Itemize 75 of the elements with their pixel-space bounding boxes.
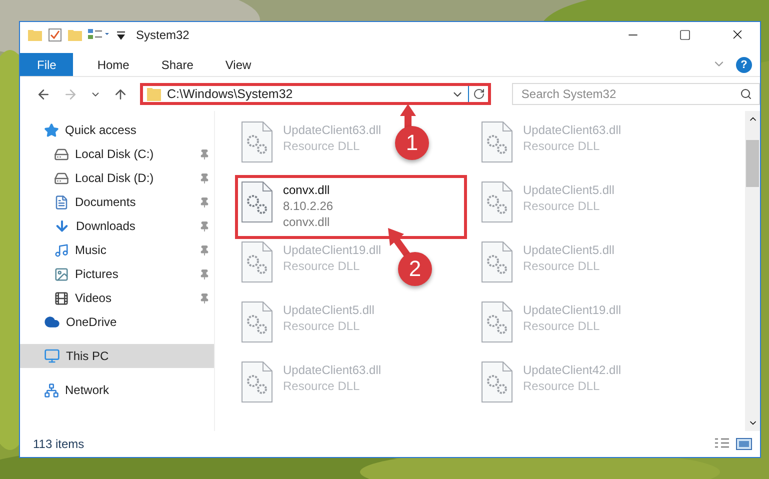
customize-caret-icon[interactable] [116, 30, 126, 40]
nav-item[interactable]: Downloads [20, 214, 214, 238]
dll-file-icon [241, 181, 273, 223]
nav-item[interactable]: Videos [20, 286, 214, 310]
file-detail: convx.dll [283, 215, 331, 229]
address-bar[interactable]: C:\Windows\System32 [140, 83, 492, 105]
dll-file-icon [241, 301, 273, 343]
large-icons-view-icon[interactable] [736, 438, 752, 450]
file-name: UpdateClient19.dll [283, 243, 382, 257]
checklist-icon[interactable] [48, 28, 62, 42]
search-field[interactable]: Search System32 [512, 83, 760, 105]
dll-file-icon [241, 361, 273, 403]
cloud-icon [44, 314, 60, 330]
callout-arrow [398, 104, 418, 130]
folder-icon [147, 87, 161, 101]
help-button[interactable]: ? [736, 57, 752, 73]
dll-file-icon [241, 241, 273, 283]
drive-icon [54, 146, 69, 162]
music-note-icon [54, 242, 69, 258]
file-name: UpdateClient42.dll [523, 363, 622, 377]
dll-file-icon [481, 301, 513, 343]
file-name: UpdateClient19.dll [523, 303, 622, 317]
ribbon-tab[interactable]: Share [145, 53, 210, 76]
file-detail: 8.10.2.26 [283, 199, 334, 213]
file-detail: Resource DLL [523, 259, 601, 273]
file-name: UpdateClient5.dll [523, 243, 614, 257]
drive-icon [54, 170, 69, 186]
nav-item[interactable]: OneDrive [20, 310, 214, 334]
star-icon [44, 122, 59, 138]
item-count: 113 items [33, 437, 86, 451]
nav-item[interactable]: Local Disk (D:) [20, 166, 214, 190]
ribbon-tab[interactable]: Home [81, 53, 146, 76]
file-name: UpdateClient5.dll [283, 303, 374, 317]
dll-file-icon [481, 361, 513, 403]
file-detail: Resource DLL [523, 139, 601, 153]
address-path: C:\Windows\System32 [167, 87, 294, 101]
details-view-icon[interactable] [714, 438, 730, 450]
refresh-icon[interactable] [472, 88, 485, 100]
scroll-thumb[interactable] [746, 140, 759, 187]
nav-item[interactable]: Music [20, 238, 214, 262]
file-name: UpdateClient5.dll [523, 183, 614, 197]
nav-item[interactable]: Quick access [20, 118, 214, 142]
dll-file-icon [481, 121, 513, 163]
document-icon [54, 194, 69, 210]
file-detail: Resource DLL [283, 259, 361, 273]
scrollbar[interactable] [745, 111, 760, 431]
file-name: UpdateClient63.dll [283, 123, 382, 137]
dll-file-icon [481, 181, 513, 223]
monitor-icon [44, 348, 60, 364]
dll-file-icon [481, 241, 513, 283]
nav-item[interactable]: Pictures [20, 262, 214, 286]
nav-item[interactable]: Local Disk (C:) [20, 142, 214, 166]
ribbon-tab[interactable]: View [209, 53, 268, 76]
film-icon [54, 290, 69, 306]
file-item[interactable]: convx.dll 8.10.2.26 convx.dll [237, 177, 465, 237]
nav-item[interactable]: Documents [20, 190, 214, 214]
file-tab[interactable]: File [20, 53, 74, 76]
file-detail: Resource DLL [283, 379, 361, 393]
view-dropdown-icon[interactable] [88, 28, 110, 40]
picture-icon [54, 266, 69, 282]
maximize-icon[interactable] [679, 28, 691, 40]
nav-item[interactable]: Network [20, 378, 214, 402]
file-detail: Resource DLL [283, 319, 361, 333]
file-name: convx.dll [283, 183, 331, 197]
file-name: UpdateClient63.dll [523, 123, 622, 137]
file-detail: Resource DLL [523, 379, 601, 393]
dll-file-icon [241, 121, 273, 163]
file-detail: Resource DLL [523, 199, 601, 213]
file-name: UpdateClient63.dll [283, 363, 382, 377]
file-detail: Resource DLL [283, 139, 361, 153]
nav-item[interactable]: This PC [20, 344, 214, 368]
network-icon [44, 382, 59, 398]
search-icon [740, 88, 752, 100]
window-title: System32 [136, 28, 190, 42]
file-detail: Resource DLL [523, 319, 601, 333]
